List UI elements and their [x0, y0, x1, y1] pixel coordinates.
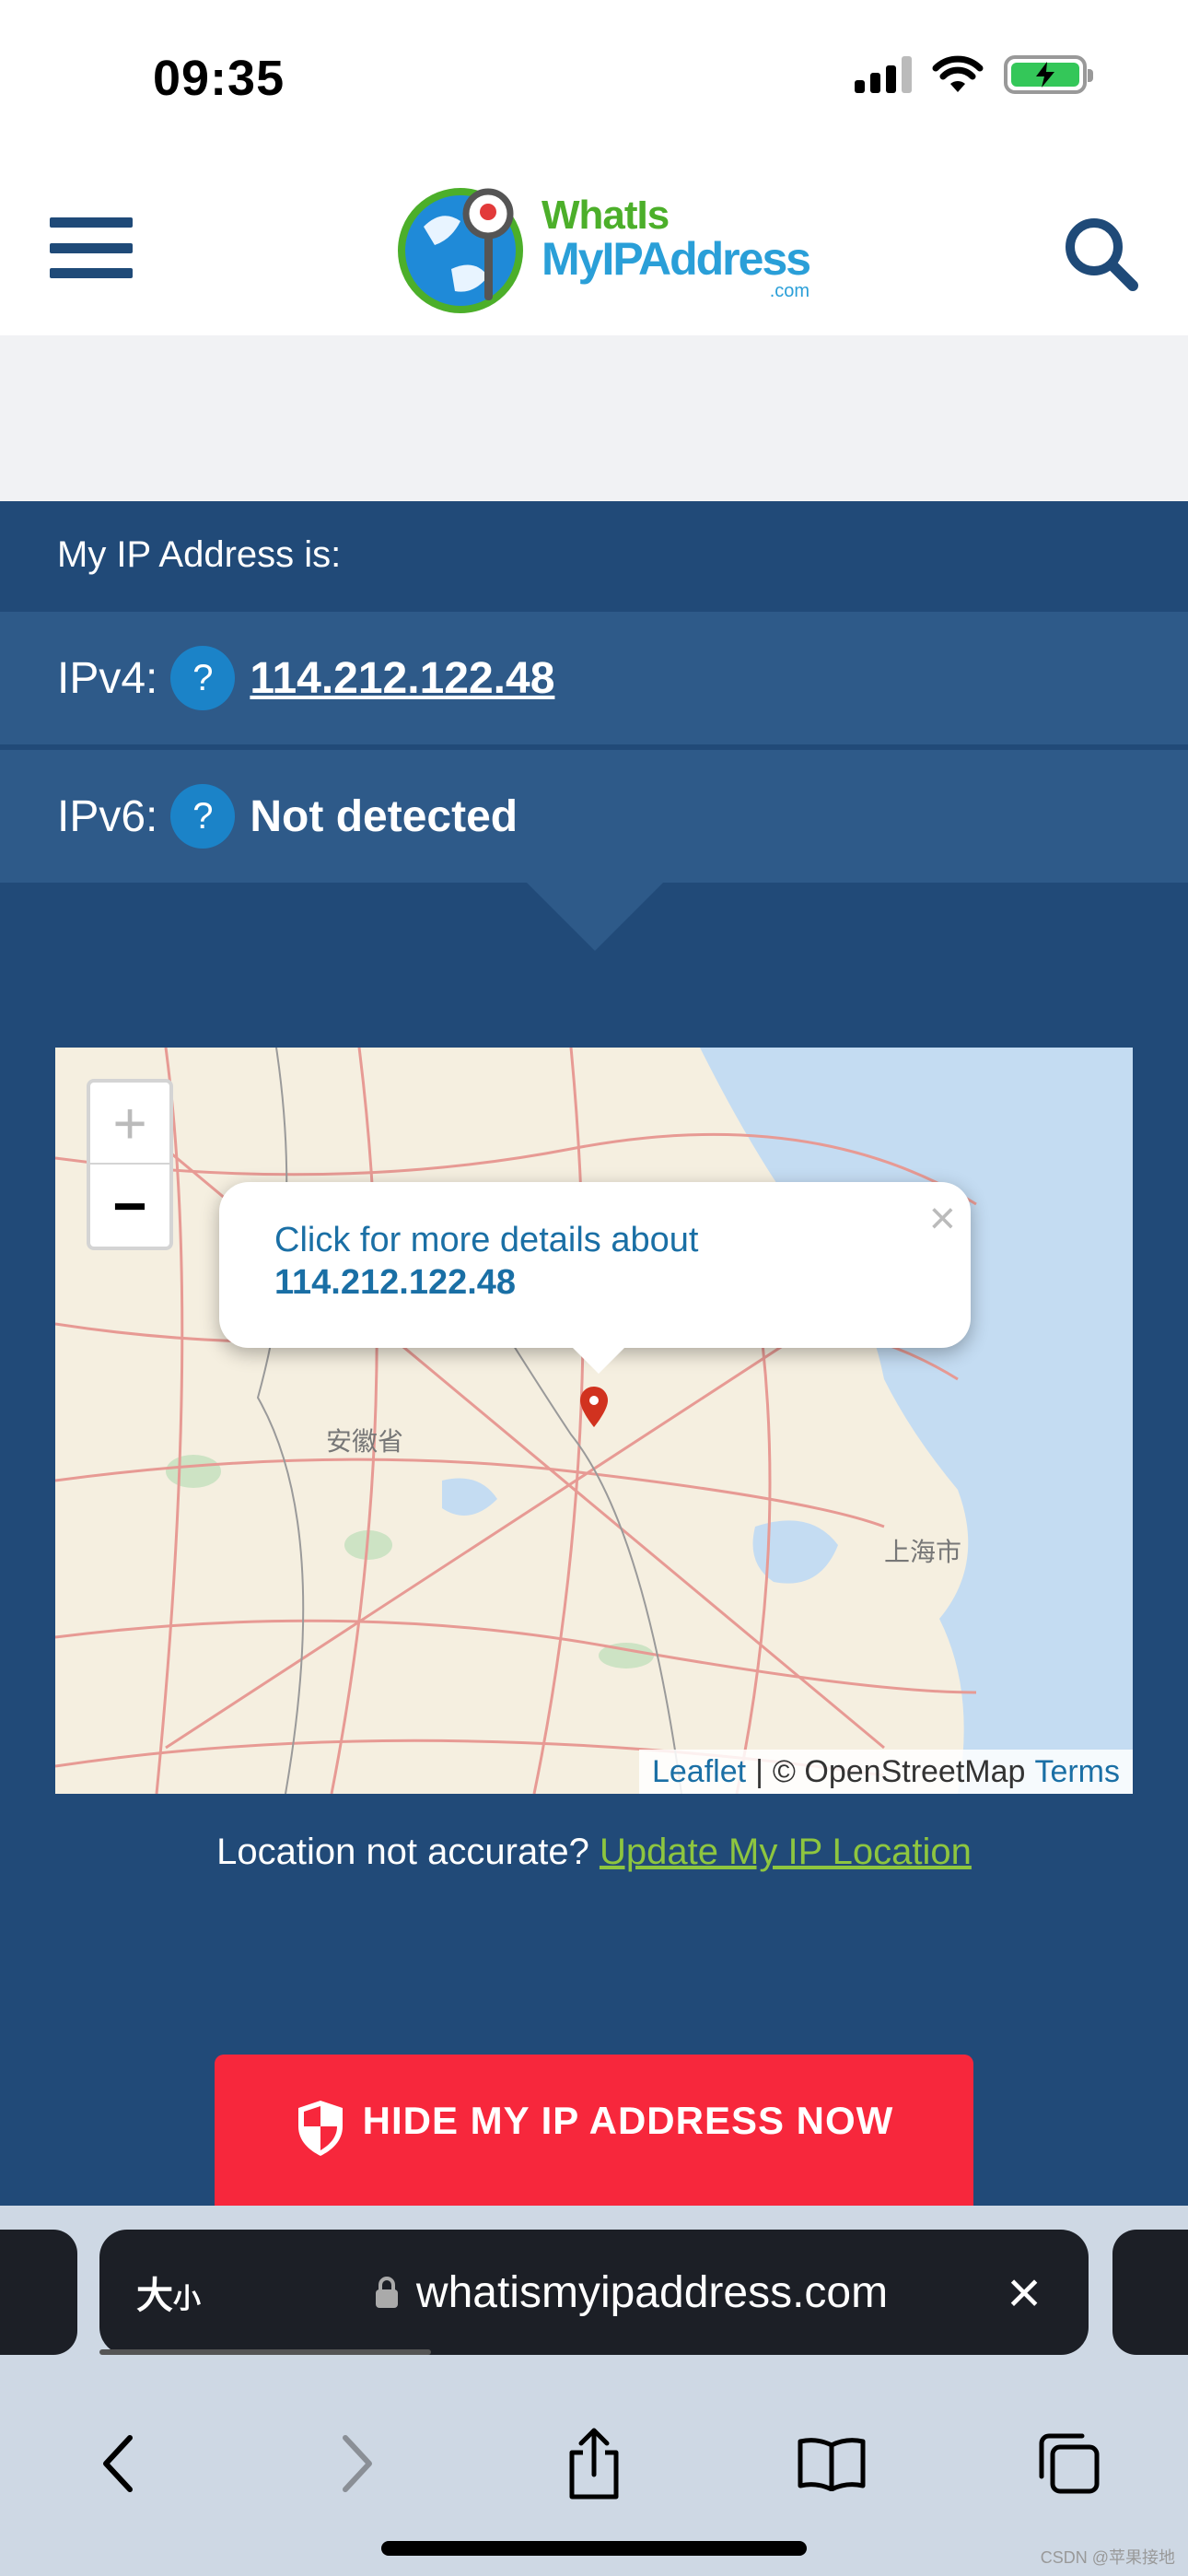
- back-button[interactable]: [77, 2422, 160, 2505]
- share-button[interactable]: [553, 2422, 635, 2505]
- ipv6-row: IPv6: ? Not detected: [0, 750, 1188, 883]
- hamburger-menu-button[interactable]: [50, 217, 133, 278]
- map-attribution: Leaflet | © OpenStreetMap Terms: [638, 1750, 1133, 1794]
- search-button[interactable]: [1059, 212, 1142, 295]
- ipv4-label: IPv4:: [57, 653, 158, 703]
- map-marker-icon[interactable]: [580, 1387, 608, 1427]
- ipv4-help-button[interactable]: ?: [170, 646, 236, 710]
- popup-ip-link[interactable]: 114.212.122.48: [274, 1263, 915, 1303]
- map-label-anhui: 安徽省: [326, 1427, 404, 1456]
- logo-line-1: WhatIs: [542, 193, 670, 238]
- page-load-progress: [99, 2349, 431, 2355]
- shield-icon: [297, 2101, 343, 2156]
- wifi-icon: [932, 55, 984, 92]
- back-icon: [103, 2435, 133, 2492]
- bookmarks-button[interactable]: [790, 2422, 873, 2505]
- hide-ip-button[interactable]: HIDE MY IP ADDRESS NOW: [215, 2055, 973, 2220]
- ipv6-help-button[interactable]: ?: [170, 784, 236, 849]
- panel-pointer: [527, 883, 663, 951]
- map-popup[interactable]: Click for more details about 114.212.122…: [219, 1182, 971, 1374]
- url-display[interactable]: whatismyipaddress.com: [265, 2267, 996, 2318]
- zoom-control: + −: [87, 1079, 173, 1250]
- ipv4-row: IPv4: ? 114.212.122.48: [0, 612, 1188, 744]
- watermark: CSDN @苹果接地: [1040, 2548, 1175, 2567]
- ad-placeholder-band: [0, 335, 1188, 501]
- stop-loading-button[interactable]: ×: [996, 2258, 1052, 2326]
- location-line: Location not accurate? Update My IP Loca…: [0, 1832, 1188, 1873]
- lock-icon: [375, 2277, 398, 2308]
- forward-button[interactable]: [315, 2422, 398, 2505]
- battery-icon: [1004, 55, 1093, 94]
- aa-small: 小: [173, 2284, 201, 2314]
- ipv4-value-link[interactable]: 114.212.122.48: [250, 653, 554, 704]
- bookmarks-icon: [798, 2438, 866, 2491]
- aa-big: 大: [136, 2276, 173, 2316]
- share-icon: [569, 2428, 619, 2500]
- cellular-signal-icon: [855, 56, 912, 93]
- update-location-link[interactable]: Update My IP Location: [600, 1832, 972, 1872]
- leaflet-link[interactable]: Leaflet: [652, 1754, 746, 1790]
- forward-icon: [343, 2435, 372, 2492]
- logo-line-3: .com: [769, 281, 810, 301]
- ip-heading: My IP Address is:: [57, 534, 342, 575]
- hide-ip-button-label: HIDE MY IP ADDRESS NOW: [362, 2099, 894, 2142]
- location-prompt: Location not accurate?: [216, 1832, 589, 1872]
- search-icon: [1066, 218, 1138, 291]
- status-bar: 09:35: [0, 0, 1188, 157]
- globe-magnifier-icon: [398, 188, 523, 313]
- ipv6-label: IPv6:: [57, 791, 158, 841]
- map-label-shanghai: 上海市: [884, 1538, 962, 1566]
- charging-bolt-icon: [1036, 62, 1054, 88]
- logo-wordmark: WhatIs MyIPAddress .com: [542, 193, 811, 301]
- attribution-separator: |: [755, 1753, 763, 1789]
- location-map[interactable]: 安徽省 上海市 + − Click for more details about…: [55, 1048, 1133, 1794]
- browser-chrome: 大小 whatismyipaddress.com ×: [0, 2206, 1188, 2576]
- page-settings-button[interactable]: 大小: [136, 2266, 265, 2319]
- popup-text: Click for more details about: [274, 1221, 699, 1259]
- zoom-out-button[interactable]: −: [90, 1165, 169, 1247]
- home-indicator[interactable]: [381, 2541, 807, 2556]
- status-time: 09:35: [153, 51, 285, 106]
- address-bar[interactable]: 大小 whatismyipaddress.com ×: [99, 2230, 1089, 2355]
- osm-credit: © OpenStreetMap: [772, 1753, 1026, 1789]
- tabs-button[interactable]: [1028, 2422, 1111, 2505]
- status-icons: [855, 55, 1093, 94]
- previous-tab-peek[interactable]: [0, 2230, 77, 2355]
- site-header: WhatIs MyIPAddress .com: [0, 157, 1188, 335]
- terms-link[interactable]: Terms: [1034, 1754, 1120, 1790]
- site-logo[interactable]: WhatIs MyIPAddress .com: [396, 181, 811, 315]
- tabs-icon: [1039, 2433, 1100, 2494]
- ipv6-value: Not detected: [250, 791, 518, 841]
- url-text: whatismyipaddress.com: [415, 2267, 889, 2317]
- logo-line-2: MyIPAddress: [542, 233, 811, 285]
- next-tab-peek[interactable]: [1112, 2230, 1188, 2355]
- popup-close-button[interactable]: ×: [929, 1191, 956, 1245]
- browser-toolbar: [0, 2408, 1188, 2519]
- main-content: My IP Address is: IPv4: ? 114.212.122.48…: [0, 501, 1188, 2220]
- zoom-in-button[interactable]: +: [90, 1083, 169, 1165]
